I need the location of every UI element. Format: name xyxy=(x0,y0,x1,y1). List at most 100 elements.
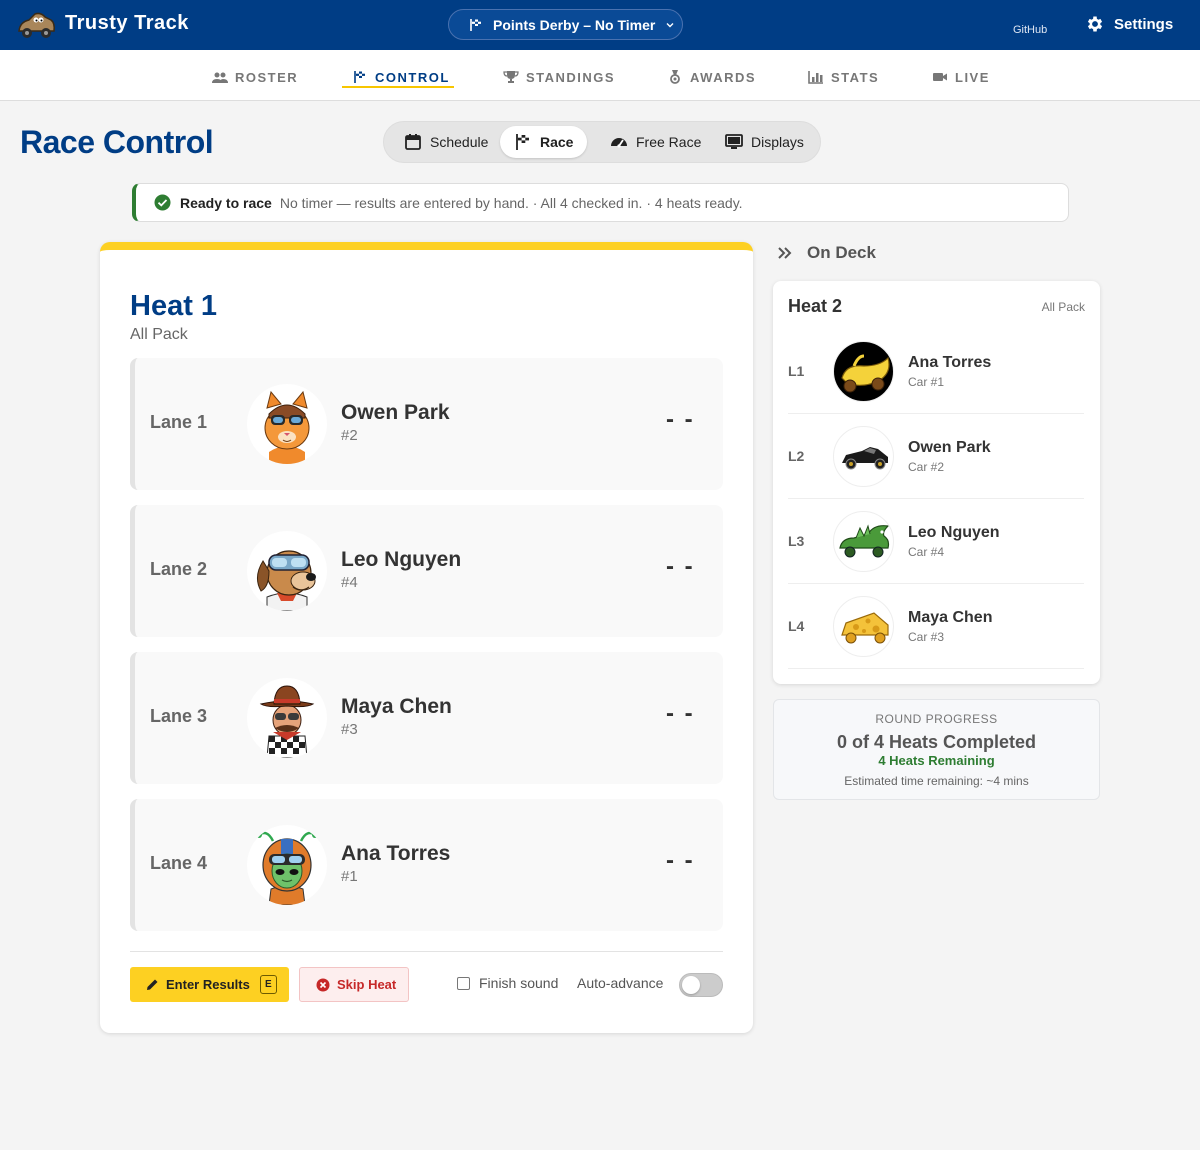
monitor-icon xyxy=(725,134,743,149)
deck-row: L2 Owen Park Car #2 xyxy=(788,414,1084,499)
progress-summary: 0 of 4 Heats Completed xyxy=(836,732,1037,752)
dragon-car-icon xyxy=(833,511,894,572)
deck-racer-name: Maya Chen xyxy=(908,609,993,626)
main-nav: ROSTER CONTROL STANDINGS AWARDS STATS LI… xyxy=(0,50,1200,101)
car-number: #4 xyxy=(341,574,358,591)
on-deck-header: On Deck xyxy=(777,243,876,263)
mode-schedule[interactable]: Schedule xyxy=(390,126,502,158)
heat-subtitle: All Pack xyxy=(130,326,188,343)
lane-label: Lane 1 xyxy=(150,412,208,432)
chevron-down-icon xyxy=(666,22,674,27)
racer-name: Maya Chen xyxy=(341,695,452,718)
heats-remaining: 4 Heats Remaining xyxy=(878,753,995,768)
cat-racer-avatar xyxy=(247,384,327,464)
page-title: Race Control xyxy=(20,124,214,160)
pencil-icon xyxy=(147,979,158,990)
racer-name: Owen Park xyxy=(341,401,450,424)
tab-label: CONTROL xyxy=(375,69,450,85)
trophy-icon xyxy=(503,71,519,83)
car-number: #1 xyxy=(341,868,358,885)
deck-lane: L1 xyxy=(788,363,805,379)
app-title[interactable]: Trusty Track xyxy=(65,12,189,35)
lane-result: - - xyxy=(666,553,695,580)
status-detail: No timer — results are entered by hand. … xyxy=(279,194,743,211)
car-number: #2 xyxy=(341,427,358,444)
tab-label: AWARDS xyxy=(690,69,757,85)
flag-icon xyxy=(516,134,529,150)
skip-heat-button[interactable]: Skip Heat xyxy=(299,967,409,1002)
deck-row: L4 Maya Chen Car #3 xyxy=(788,584,1084,669)
bar-chart-icon xyxy=(808,71,823,84)
tab-awards[interactable]: AWARDS xyxy=(667,66,756,88)
deck-car-number: Car #4 xyxy=(908,545,945,559)
event-select-value: Points Derby – No Timer xyxy=(493,16,656,33)
lane-result: - - xyxy=(666,847,695,874)
deck-lane: L3 xyxy=(788,533,805,549)
tab-standings[interactable]: STANDINGS xyxy=(503,66,615,88)
enter-results-button[interactable]: Enter Results E xyxy=(130,967,289,1002)
deck-car-number: Car #1 xyxy=(908,375,945,389)
checkbox[interactable] xyxy=(457,976,470,990)
cowboy-racer-avatar xyxy=(247,678,327,758)
lane-label: Lane 4 xyxy=(150,853,208,873)
deck-racer-name: Owen Park xyxy=(908,439,991,456)
skip-heat-label: Skip Heat xyxy=(337,977,397,992)
car-logo-icon[interactable] xyxy=(16,9,56,41)
deck-lane: L2 xyxy=(788,448,805,464)
lane-label: Lane 3 xyxy=(150,706,208,726)
enter-results-label: Enter Results xyxy=(166,977,250,992)
gear-icon xyxy=(1087,16,1103,32)
speedometer-icon xyxy=(611,138,627,148)
tab-live[interactable]: LIVE xyxy=(932,66,990,88)
racer-name: Leo Nguyen xyxy=(341,548,462,571)
status-banner: Ready to race No timer — results are ent… xyxy=(132,183,1069,222)
settings-button[interactable]: Settings xyxy=(1085,14,1173,34)
lane-label: Lane 2 xyxy=(150,559,208,579)
deck-row: L3 Leo Nguyen Car #4 xyxy=(788,499,1084,584)
tab-control[interactable]: CONTROL xyxy=(352,66,450,88)
status-title: Ready to race xyxy=(180,194,272,211)
mode-label: Schedule xyxy=(430,134,489,150)
racer-name: Ana Torres xyxy=(341,842,451,865)
tab-label: LIVE xyxy=(955,69,990,85)
mode-label: Race xyxy=(540,134,574,150)
active-tab-indicator xyxy=(342,86,454,88)
tab-roster[interactable]: ROSTER xyxy=(212,66,298,88)
lane-result: - - xyxy=(666,700,695,727)
toggle-knob xyxy=(682,976,700,994)
mode-displays[interactable]: Displays xyxy=(711,126,818,158)
settings-label: Settings xyxy=(1114,15,1174,33)
dog-racer-avatar xyxy=(247,531,327,611)
mode-race[interactable]: Race xyxy=(500,126,588,158)
lane-result: - - xyxy=(666,406,695,433)
flag-icon xyxy=(470,18,481,31)
deck-racer-name: Ana Torres xyxy=(908,354,992,371)
flag-icon xyxy=(354,71,365,83)
finish-sound-label: Finish sound xyxy=(479,975,559,991)
check-circle-icon xyxy=(154,194,171,211)
lane-row: Lane 2 Leo Nguyen #4 - - xyxy=(130,505,723,637)
time-estimate: Estimated time remaining: ~4 mins xyxy=(844,774,1029,788)
double-chevron-right-icon xyxy=(778,247,792,259)
top-bar: Trusty Track Points Derby – No Timer Git… xyxy=(0,0,1200,50)
mode-free-race[interactable]: Free Race xyxy=(596,126,715,158)
heat-title: Heat 1 xyxy=(130,290,218,322)
deck-car-number: Car #3 xyxy=(908,630,945,644)
cheese-car-icon xyxy=(833,596,894,657)
tab-stats[interactable]: STATS xyxy=(808,66,879,88)
auto-advance-label: Auto-advance xyxy=(577,975,664,991)
lane-row: Lane 1 Owen Park #2 - - xyxy=(130,358,723,490)
event-select[interactable]: Points Derby – No Timer xyxy=(448,9,683,40)
keyboard-shortcut-badge: E xyxy=(259,975,277,994)
mode-label: Displays xyxy=(751,134,804,150)
auto-advance-toggle[interactable] xyxy=(679,973,723,997)
video-icon xyxy=(933,73,947,81)
deck-heat-subtitle: All Pack xyxy=(1041,300,1085,314)
deck-heat-title: Heat 2 xyxy=(788,296,843,316)
tab-label: ROSTER xyxy=(235,69,299,85)
deck-racer-name: Leo Nguyen xyxy=(908,524,1000,541)
mode-label: Free Race xyxy=(636,134,702,150)
github-link[interactable]: GitHub xyxy=(1013,24,1047,36)
close-circle-icon xyxy=(316,978,330,991)
finish-sound-checkbox[interactable]: Finish sound xyxy=(457,975,558,991)
